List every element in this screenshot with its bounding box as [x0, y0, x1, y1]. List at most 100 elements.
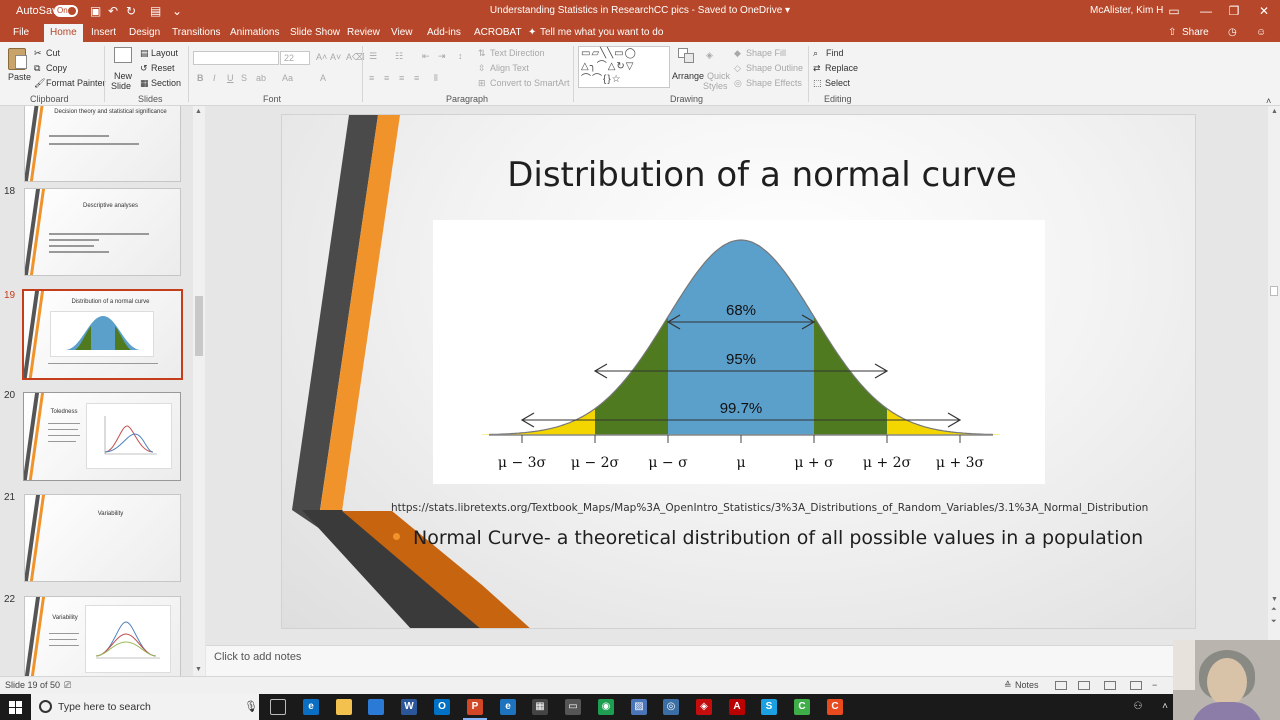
- notes-button[interactable]: Notes: [1015, 680, 1039, 690]
- close-button[interactable]: ✕: [1250, 2, 1278, 20]
- columns-icon[interactable]: ⫴: [434, 73, 438, 84]
- align-right-icon[interactable]: ≡: [399, 73, 404, 83]
- slide-thumbnail-21[interactable]: Variability: [24, 494, 181, 582]
- ribbon-display-icon[interactable]: ▭: [1160, 2, 1188, 20]
- word-icon[interactable]: W: [401, 699, 417, 715]
- layout-button[interactable]: Layout: [151, 48, 178, 58]
- copy-button[interactable]: Copy: [46, 63, 67, 73]
- font-color-icon[interactable]: A: [320, 73, 326, 83]
- camtasia-recorder-icon[interactable]: C: [827, 699, 843, 715]
- tab-add-ins[interactable]: Add-ins: [427, 27, 461, 38]
- minimize-button[interactable]: —: [1192, 2, 1220, 20]
- tab-review[interactable]: Review: [347, 27, 380, 38]
- slide-thumbnail-18[interactable]: Descriptive analyses: [24, 188, 181, 276]
- increase-indent-icon[interactable]: ⇥: [438, 51, 446, 62]
- outlook-icon[interactable]: O: [434, 699, 450, 715]
- shrink-font-icon[interactable]: A˅: [330, 52, 341, 62]
- bullets-icon[interactable]: ☰: [369, 51, 377, 62]
- documents-icon[interactable]: ▭: [565, 699, 581, 715]
- slide-thumbnail-22[interactable]: Variability: [24, 596, 181, 676]
- task-view-icon[interactable]: [270, 699, 286, 715]
- tab-animations[interactable]: Animations: [230, 27, 279, 38]
- share-button[interactable]: Share: [1182, 27, 1209, 38]
- paste-button[interactable]: Paste: [8, 72, 31, 82]
- chrome-icon[interactable]: ◉: [598, 699, 614, 715]
- char-spacing-icon[interactable]: ab: [256, 73, 266, 83]
- bullet-text[interactable]: Normal Curve- a theoretical distribution…: [413, 527, 1143, 549]
- line-spacing-icon[interactable]: ↕: [458, 51, 463, 61]
- slide-thumbnail-20[interactable]: Toledness: [23, 392, 181, 481]
- find-button[interactable]: Find: [826, 48, 844, 58]
- zoom-out-icon[interactable]: −: [1152, 680, 1157, 690]
- shape-effects-button[interactable]: Shape Effects: [746, 78, 802, 88]
- tab-insert[interactable]: Insert: [91, 27, 116, 38]
- scroll-up-arrow[interactable]: ▲: [195, 108, 202, 115]
- new-slide-button[interactable]: New: [114, 71, 132, 81]
- powerpoint-icon[interactable]: P: [463, 699, 487, 720]
- grow-font-icon[interactable]: A˄: [316, 52, 327, 62]
- strikethrough-icon[interactable]: S: [241, 73, 247, 83]
- change-case-icon[interactable]: Aa: [282, 73, 293, 83]
- scroll-down-arrow[interactable]: ▼: [1271, 596, 1278, 603]
- normal-curve-figure[interactable]: 68% 95% 99.7% μ − 3σ μ − 2σ μ − σ μ μ + σ μ + 2σ…: [433, 220, 1045, 484]
- new-slide-icon[interactable]: [114, 47, 132, 63]
- format-painter-button[interactable]: Format Painter: [46, 78, 106, 88]
- store-icon[interactable]: [368, 699, 384, 715]
- numbering-icon[interactable]: ☷: [395, 51, 403, 62]
- chevron-up-icon[interactable]: ˄: [1157, 699, 1173, 715]
- italic-icon[interactable]: I: [213, 73, 216, 83]
- people-icon[interactable]: ⚇: [1130, 699, 1146, 715]
- normal-view-icon[interactable]: [1055, 681, 1067, 690]
- section-button[interactable]: Section: [151, 78, 181, 88]
- scroll-down-arrow[interactable]: ▼: [195, 666, 202, 673]
- replace-button[interactable]: Replace: [825, 63, 858, 73]
- source-url[interactable]: https://stats.libretexts.org/Textbook_Ma…: [391, 502, 1148, 514]
- comments-icon[interactable]: ☺: [1256, 27, 1266, 38]
- skype-icon[interactable]: S: [761, 699, 777, 715]
- previous-slide-icon[interactable]: ⏶: [1271, 606, 1277, 614]
- tab-file[interactable]: File: [13, 27, 29, 38]
- tab-view[interactable]: View: [391, 27, 413, 38]
- scrollbar-thumb[interactable]: [1270, 286, 1278, 296]
- slide-title[interactable]: Distribution of a normal curve: [452, 155, 1072, 195]
- select-button[interactable]: Select: [825, 78, 850, 88]
- arrange-button[interactable]: Arrange: [672, 71, 704, 81]
- user-name[interactable]: McAlister, Kim H: [1090, 5, 1163, 16]
- photos-icon[interactable]: ▨: [631, 699, 647, 715]
- windows-start-icon[interactable]: [9, 701, 22, 714]
- next-slide-icon[interactable]: ⏷: [1271, 618, 1277, 626]
- microphone-icon[interactable]: 🎙: [244, 700, 258, 713]
- collapse-ribbon-icon[interactable]: ˄: [1266, 96, 1271, 106]
- font-size-box[interactable]: 22: [280, 51, 310, 65]
- reading-view-icon[interactable]: [1104, 681, 1116, 690]
- notes-pane[interactable]: Click to add notes: [206, 645, 1268, 676]
- history-icon[interactable]: ◷: [1228, 27, 1237, 38]
- slide-thumbnail-17[interactable]: Decision theory and statistical signific…: [24, 106, 181, 182]
- notes-placeholder[interactable]: Click to add notes: [214, 651, 301, 663]
- thumbnails-scrollbar[interactable]: ▲ ▼: [193, 106, 205, 676]
- new-slide-button-line2[interactable]: Slide: [111, 81, 131, 91]
- media-icon[interactable]: ◎: [663, 699, 679, 715]
- font-name-box[interactable]: [193, 51, 279, 65]
- tab-design[interactable]: Design: [129, 27, 160, 38]
- reset-button[interactable]: Reset: [151, 63, 175, 73]
- arrange-icon[interactable]: [678, 48, 696, 64]
- paste-icon[interactable]: [8, 48, 27, 70]
- tab-home[interactable]: Home: [44, 24, 83, 42]
- decrease-indent-icon[interactable]: ⇤: [422, 51, 430, 62]
- camtasia-icon[interactable]: C: [794, 699, 810, 715]
- restore-button[interactable]: ❐: [1220, 2, 1248, 20]
- acrobat-reader-icon[interactable]: ◈: [696, 699, 712, 715]
- calculator-icon[interactable]: ▦: [532, 699, 548, 715]
- edge-icon[interactable]: e: [303, 699, 319, 715]
- underline-icon[interactable]: U: [227, 73, 234, 83]
- slide-thumbnail-19[interactable]: Distribution of a normal curve: [22, 289, 183, 380]
- tab-slide-show[interactable]: Slide Show: [290, 27, 340, 38]
- spelling-icon[interactable]: ⎚: [64, 680, 71, 691]
- ie-icon[interactable]: e: [500, 699, 516, 715]
- justify-icon[interactable]: ≡: [414, 73, 419, 83]
- text-direction-button[interactable]: Text Direction: [490, 48, 545, 58]
- slide-scrollbar[interactable]: ▲ ▼ ⏶ ⏷: [1268, 106, 1280, 676]
- tab-acrobat[interactable]: ACROBAT: [474, 27, 522, 38]
- tell-me-search[interactable]: Tell me what you want to do: [540, 27, 663, 38]
